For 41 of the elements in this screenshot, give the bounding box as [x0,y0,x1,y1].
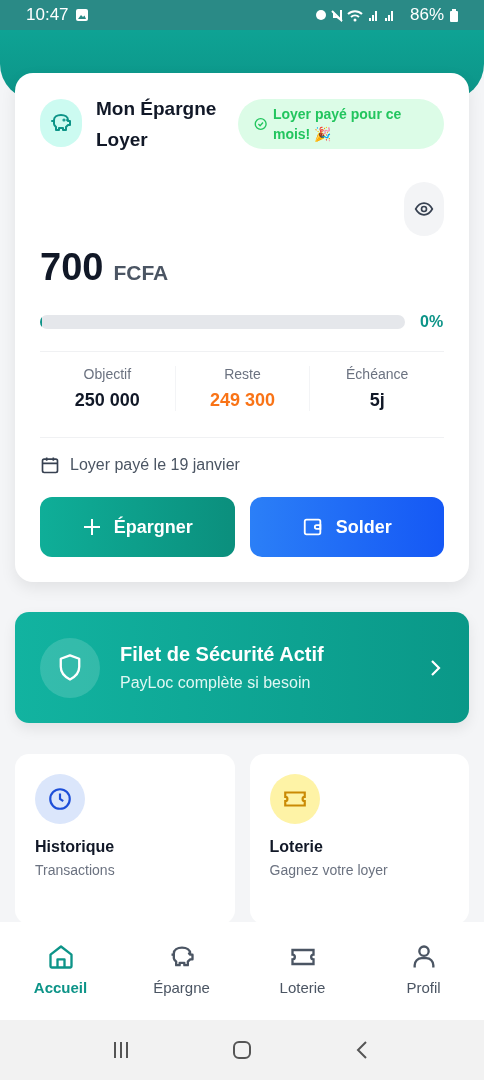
check-circle-icon [253,116,267,132]
stat-label: Reste [224,366,261,382]
status-time: 10:47 [26,5,69,25]
nav-tab[interactable]: Accueil [0,922,121,1020]
settle-button[interactable]: Solder [249,497,444,557]
banner-title: Filet de Sécurité Actif [120,643,325,666]
battery-level: 86% [409,5,444,25]
tile-title: Historique [35,838,116,856]
tile-subtitle: Transactions [35,862,116,878]
tile-title: Loterie [269,838,324,856]
nav-tab[interactable]: Épargne [121,922,242,1020]
card-title: Mon Épargne Loyer [96,97,218,152]
eye-icon [414,199,434,219]
calendar-icon [40,455,60,475]
nav-tab[interactable]: Profil [363,922,484,1020]
progress-percent: 0% [420,313,444,331]
stat-label: Objectif [83,366,132,382]
balance-amount: 700 [40,246,104,289]
home-icon [46,942,75,971]
payment-note: Loyer payé le 19 janvier [70,456,240,474]
clock-icon [35,774,85,824]
chevron-right-icon [429,658,441,677]
tile-subtitle: Gagnez votre loyer [269,862,389,878]
stat-value: 249 300 [209,390,276,411]
piggy-bank-icon [40,99,82,147]
badge-text: Loyer payé pour ce mois! 🎉 [272,105,403,144]
history-tile[interactable]: Historique Transactions [15,754,235,922]
image-icon [74,8,89,22]
wallet-icon [301,516,324,538]
plus-icon [81,517,102,537]
nav-tab[interactable]: Loterie [242,922,363,1020]
battery-icon [450,8,458,22]
lottery-tile[interactable]: Loterie Gagnez votre loyer [249,754,469,922]
home-button-icon[interactable] [232,1040,252,1060]
ticket-icon [269,774,320,824]
visibility-toggle-button[interactable] [404,182,444,236]
stat-label: Échéance [346,366,409,382]
stat-value: 250 000 [74,390,140,411]
stat-value: 5j [369,390,385,411]
currency: FCFA [113,261,169,285]
banner-subtitle: PayLoc complète si besoin [120,674,312,692]
